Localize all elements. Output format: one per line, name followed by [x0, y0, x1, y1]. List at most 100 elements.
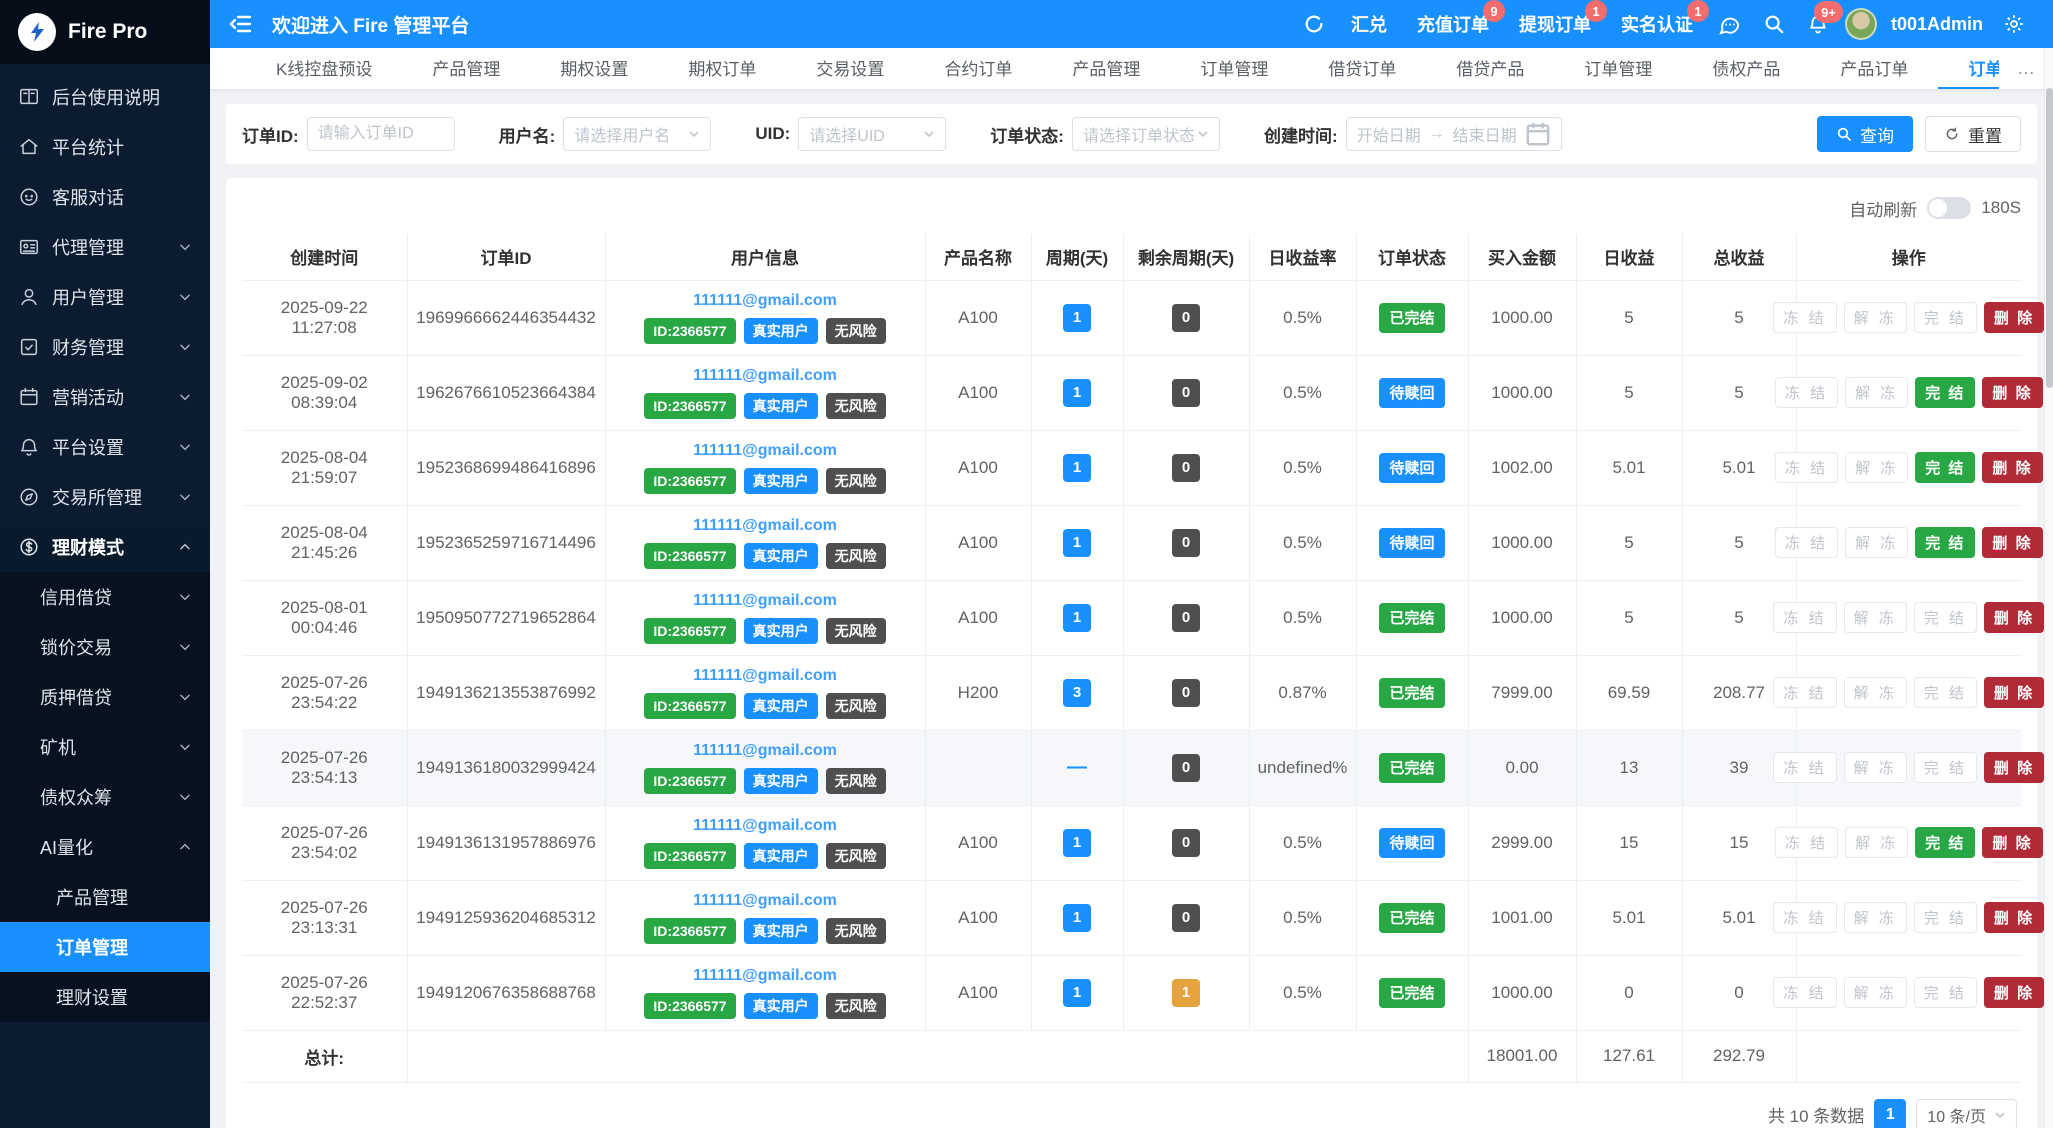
message-icon[interactable] [1713, 7, 1747, 41]
sidebar-item-0[interactable]: 后台使用说明 [0, 72, 210, 122]
freeze-button[interactable]: 冻 结 [1773, 302, 1836, 333]
finish-button[interactable]: 完 结 [1914, 902, 1977, 933]
submenu-item-5[interactable]: AI量化 [0, 822, 210, 872]
tab-7[interactable]: 订单管理 [1170, 48, 1298, 89]
kyc-link[interactable]: 实名认证 1 [1611, 11, 1703, 37]
date-range-picker[interactable]: 开始日期 → 结束日期 [1346, 117, 1562, 151]
freeze-button[interactable]: 冻 结 [1773, 752, 1836, 783]
unfreeze-button[interactable]: 解 冻 [1844, 302, 1907, 333]
user-email-link[interactable]: 111111@gmail.com [610, 817, 921, 835]
status-select[interactable]: 请选择订单状态 [1072, 117, 1220, 151]
submenu-item-理财设置[interactable]: 理财设置 [0, 972, 210, 1022]
freeze-button[interactable]: 冻 结 [1773, 677, 1836, 708]
unfreeze-button[interactable]: 解 冻 [1844, 602, 1907, 633]
finish-button[interactable]: 完 结 [1914, 677, 1977, 708]
tab-9[interactable]: 借贷产品 [1426, 48, 1554, 89]
tab-1[interactable]: 产品管理 [402, 48, 530, 89]
tab-13[interactable]: 订单管理 [1938, 48, 1999, 89]
settings-gear-icon[interactable] [1997, 7, 2031, 41]
unfreeze-button[interactable]: 解 冻 [1845, 827, 1908, 858]
user-email-link[interactable]: 111111@gmail.com [610, 442, 921, 460]
unfreeze-button[interactable]: 解 冻 [1844, 902, 1907, 933]
tab-5[interactable]: 合约订单 [914, 48, 1042, 89]
delete-button[interactable]: 删 除 [1984, 902, 2044, 933]
sidebar-item-4[interactable]: 用户管理 [0, 272, 210, 322]
exchange-link[interactable]: 汇兑 [1341, 11, 1397, 37]
sidebar-item-2[interactable]: 客服对话 [0, 172, 210, 222]
submenu-item-0[interactable]: 信用借贷 [0, 572, 210, 622]
finish-button[interactable]: 完 结 [1915, 452, 1975, 483]
unfreeze-button[interactable]: 解 冻 [1845, 527, 1908, 558]
page-size-select[interactable]: 10 条/页 [1916, 1099, 2017, 1128]
tab-6[interactable]: 产品管理 [1042, 48, 1170, 89]
finish-button[interactable]: 完 结 [1915, 827, 1975, 858]
tab-10[interactable]: 订单管理 [1554, 48, 1682, 89]
delete-button[interactable]: 删 除 [1982, 527, 2042, 558]
user-email-link[interactable]: 111111@gmail.com [610, 667, 921, 685]
delete-button[interactable]: 删 除 [1982, 377, 2042, 408]
freeze-button[interactable]: 冻 结 [1775, 377, 1838, 408]
sidebar-item-6[interactable]: 营销活动 [0, 372, 210, 422]
tab-3[interactable]: 期权订单 [658, 48, 786, 89]
tab-8[interactable]: 借贷订单 [1298, 48, 1426, 89]
sidebar-item-3[interactable]: 代理管理 [0, 222, 210, 272]
tab-0[interactable]: K线控盘预设 [246, 48, 402, 89]
avatar[interactable] [1845, 8, 1877, 40]
freeze-button[interactable]: 冻 结 [1775, 452, 1838, 483]
user-email-link[interactable]: 111111@gmail.com [610, 292, 921, 310]
user-email-link[interactable]: 111111@gmail.com [610, 592, 921, 610]
menu-fold-icon[interactable] [224, 7, 258, 41]
search-button[interactable]: 查询 [1817, 116, 1913, 152]
uid-select[interactable]: 请选择UID [798, 117, 946, 151]
user-email-link[interactable]: 111111@gmail.com [610, 967, 921, 985]
unfreeze-button[interactable]: 解 冻 [1844, 752, 1907, 783]
delete-button[interactable]: 删 除 [1984, 977, 2044, 1008]
page-1-button[interactable]: 1 [1874, 1099, 1906, 1128]
freeze-button[interactable]: 冻 结 [1773, 602, 1836, 633]
submenu-item-1[interactable]: 锁价交易 [0, 622, 210, 672]
unfreeze-button[interactable]: 解 冻 [1845, 452, 1908, 483]
submenu-item-2[interactable]: 质押借贷 [0, 672, 210, 722]
tab-11[interactable]: 债权产品 [1682, 48, 1810, 89]
unfreeze-button[interactable]: 解 冻 [1844, 677, 1907, 708]
submenu-item-4[interactable]: 债权众筹 [0, 772, 210, 822]
delete-button[interactable]: 删 除 [1982, 827, 2042, 858]
finish-button[interactable]: 完 结 [1914, 752, 1977, 783]
submenu-item-订单管理[interactable]: 订单管理 [0, 922, 210, 972]
search-icon[interactable] [1757, 7, 1791, 41]
delete-button[interactable]: 删 除 [1984, 752, 2044, 783]
username[interactable]: t001Admin [1891, 14, 1983, 35]
withdraw-orders-link[interactable]: 提现订单 1 [1509, 11, 1601, 37]
delete-button[interactable]: 删 除 [1984, 602, 2044, 633]
vertical-scrollbar[interactable] [2044, 48, 2053, 1128]
user-email-link[interactable]: 111111@gmail.com [610, 892, 921, 910]
order-id-input[interactable] [307, 117, 455, 151]
finish-button[interactable]: 完 结 [1915, 527, 1975, 558]
user-email-link[interactable]: 111111@gmail.com [610, 517, 921, 535]
submenu-item-3[interactable]: 矿机 [0, 722, 210, 772]
freeze-button[interactable]: 冻 结 [1775, 527, 1838, 558]
finish-button[interactable]: 完 结 [1914, 602, 1977, 633]
freeze-button[interactable]: 冻 结 [1773, 977, 1836, 1008]
reset-button[interactable]: 重置 [1925, 116, 2021, 152]
sidebar-item-7[interactable]: 平台设置 [0, 422, 210, 472]
user-email-link[interactable]: 111111@gmail.com [610, 367, 921, 385]
deposit-orders-link[interactable]: 充值订单 9 [1407, 11, 1499, 37]
unfreeze-button[interactable]: 解 冻 [1844, 977, 1907, 1008]
tab-12[interactable]: 产品订单 [1810, 48, 1938, 89]
finish-button[interactable]: 完 结 [1915, 377, 1975, 408]
sidebar-item-5[interactable]: 财务管理 [0, 322, 210, 372]
freeze-button[interactable]: 冻 结 [1773, 902, 1836, 933]
user-email-link[interactable]: 111111@gmail.com [610, 742, 921, 760]
tab-2[interactable]: 期权设置 [530, 48, 658, 89]
finish-button[interactable]: 完 结 [1914, 977, 1977, 1008]
notification-bell-icon[interactable]: 9+ [1801, 7, 1835, 41]
submenu-item-产品管理[interactable]: 产品管理 [0, 872, 210, 922]
delete-button[interactable]: 删 除 [1984, 677, 2044, 708]
scrollbar-thumb[interactable] [2046, 88, 2053, 388]
auto-refresh-toggle[interactable] [1927, 197, 1971, 219]
sidebar-item-1[interactable]: 平台统计 [0, 122, 210, 172]
refresh-icon[interactable] [1297, 7, 1331, 41]
delete-button[interactable]: 删 除 [1982, 452, 2042, 483]
unfreeze-button[interactable]: 解 冻 [1845, 377, 1908, 408]
